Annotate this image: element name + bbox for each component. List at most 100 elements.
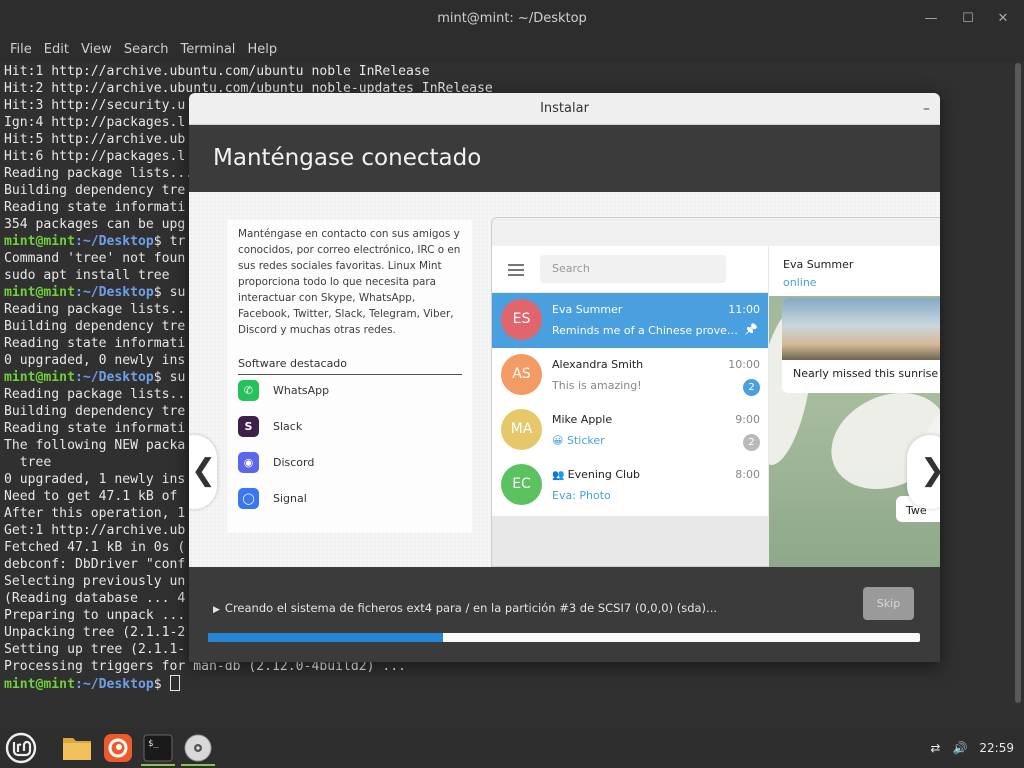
terminal-icon[interactable]: $_ [139,730,177,766]
discord-icon: ◉ [238,451,259,473]
terminal-menubar: File Edit View Search Terminal Help [0,38,1024,62]
software-item-whatsapp: ✆ WhatsApp [238,378,329,402]
telegram-search-row: Search [492,246,768,293]
chat-time: 10:00 [728,358,760,371]
terminal-line-text: Selecting previously un [4,574,186,589]
menu-help[interactable]: Help [241,38,283,62]
installer-dialog: Instalar – Manténgase conectado Manténga… [189,93,940,662]
software-name: Signal [273,491,307,505]
installer-title: Instalar [540,101,589,116]
terminal-line-text: After this operation, 1 [4,506,186,521]
terminal-cursor [169,675,180,691]
chat-preview: This is amazing! [552,379,642,392]
menu-view[interactable]: View [75,38,118,62]
minimize-icon[interactable]: – [923,93,930,125]
chat-row: MA Mike Apple 9:00 😀 Sticker 2 [492,403,768,458]
chat-name-text: Mike Apple [552,413,613,426]
menu-file[interactable]: File [4,38,38,62]
prompt-path: :~/Desktop [74,285,154,300]
avatar: MA [501,409,542,450]
software-item-signal: ◯ Signal [238,486,307,510]
chat-name-text: Alexandra Smith [552,358,644,371]
files-icon[interactable] [58,730,96,766]
expand-triangle-icon[interactable]: ▶ [213,605,220,615]
close-icon[interactable]: ✕ [988,0,1018,38]
terminal-line-text: Hit:3 http://security.u [4,98,186,113]
terminal-line-text: tr [161,234,186,249]
prompt-user: mint@mint [4,285,75,300]
terminal-line-text: Get:1 http://archive.ub [4,523,186,538]
next-slide-button[interactable]: ❯ [907,435,940,509]
terminal-titlebar[interactable]: mint@mint: ~/Desktop — ☐ ✕ [0,0,1024,38]
menu-terminal[interactable]: Terminal [174,38,241,62]
terminal-line-text: 0 upgraded, 0 newly ins [4,353,186,368]
chat-time: 9:00 [735,413,760,426]
terminal-line: Hit:1 http://archive.ubuntu.com/ubuntu n… [4,63,1012,80]
prompt-sign: $ [153,370,162,385]
install-progress-fill [208,633,443,642]
terminal-line-text: Need to get 47.1 kB of [4,489,186,504]
avatar: ES [501,299,542,340]
terminal-line-text: Ign:4 http://packages.l [4,115,186,130]
terminal-line-text: 354 packages can be upg [4,217,186,232]
prompt-user: mint@mint [4,370,75,385]
system-tray: ⇄ 🔊 22:59 [918,728,1014,768]
telegram-search-field: Search [540,255,726,283]
whatsapp-icon: ✆ [238,379,259,401]
clock[interactable]: 22:59 [979,741,1014,755]
terminal-line-text: Preparing to unpack ... [4,608,186,623]
minimize-icon[interactable]: — [916,0,946,38]
terminal-line-text: Hit:6 http://packages.l [4,149,186,164]
menu-edit[interactable]: Edit [38,38,75,62]
network-disconnected-icon[interactable]: ⇄ [930,741,940,755]
terminal-line-text [162,677,170,692]
software-item-discord: ◉ Discord [238,450,314,474]
scrollbar-thumb[interactable] [1015,63,1021,703]
group-icon: 👥 [552,470,568,481]
terminal-line-text: The following NEW packa [4,438,186,453]
unread-badge: 2 [743,434,760,451]
avatar: EC [501,464,542,505]
pin-icon: 📌 [744,323,758,336]
maximize-icon[interactable]: ☐ [953,0,983,38]
terminal-line-text: Hit:1 http://archive.ubuntu.com/ubuntu n… [4,64,430,79]
slide-info-card: Manténgase en contacto con sus amigos y … [227,220,472,533]
prompt-sign: $ [153,677,162,692]
volume-icon[interactable]: 🔊 [952,741,967,755]
terminal-line-text: su [161,370,186,385]
software-name: Slack [273,419,303,433]
prompt-path: :~/Desktop [74,677,154,692]
terminal-scrollbar[interactable] [1012,63,1024,703]
slide-description: Manténgase en contacto con sus amigos y … [238,228,461,336]
telegram-chat-header: Eva Summer online [769,246,940,296]
installer-disc-icon[interactable] [179,730,217,766]
hamburger-menu-icon [508,264,524,279]
chat-name: Alexandra Smith [552,358,643,371]
prompt-sign: $ [153,234,162,249]
signal-icon: ◯ [238,487,259,509]
slideshow: Manténgase en contacto con sus amigos y … [189,192,940,567]
firefox-icon[interactable] [99,730,137,766]
chat-name: Mike Apple [552,413,612,426]
terminal-line-text: Reading package lists.. [4,387,186,402]
install-status-text: Creando el sistema de ficheros ext4 para… [224,601,718,615]
chevron-right-icon: ❯ [920,453,940,488]
menu-search[interactable]: Search [118,38,175,62]
mint-menu-icon[interactable] [2,730,40,766]
previous-slide-button[interactable]: ❮ [189,435,217,509]
chat-preview: 😀 Sticker [552,434,605,447]
skip-button[interactable]: Skip [863,587,914,620]
telegram-screenshot: Search ES Eva Summer 11:00 Reminds me of a … [491,217,940,567]
chat-name: 👥 Evening Club [552,468,640,481]
chat-time: 8:00 [735,468,760,481]
prompt-user: mint@mint [4,234,75,249]
terminal-line-text: Reading state informati [4,421,186,436]
terminal-line-text: Setting up tree (2.1.1- [4,642,186,657]
chat-name-text: Evening Club [567,468,641,481]
chat-row: ES Eva Summer 11:00 Reminds me of a Chinese… [492,293,768,348]
telegram-chat-list: Search ES Eva Summer 11:00 Reminds me of a … [492,246,768,516]
terminal-title: mint@mint: ~/Desktop [437,11,587,26]
slack-icon: S [238,415,259,437]
installer-titlebar[interactable]: Instalar – [189,93,940,125]
terminal-line-text: Reading state informati [4,200,186,215]
